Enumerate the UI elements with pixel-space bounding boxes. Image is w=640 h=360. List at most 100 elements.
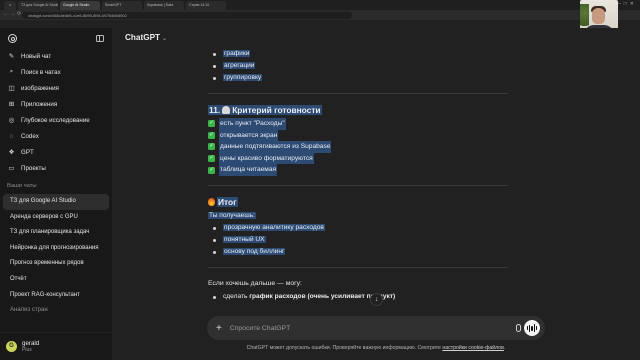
paragraph-text: Ты получаешь: [208,211,256,219]
image-icon: ◫ [8,85,15,92]
browser-tab[interactable]: Стрим 14.10 [186,1,226,10]
model-name: ChatGPT [125,33,161,42]
openai-logo-icon[interactable] [8,33,17,43]
list-item-text: агрегации [223,62,256,69]
check-icon: ✓ [208,120,215,128]
person-head [592,8,605,24]
composer: + [207,316,545,340]
gpt-icon: ❖ [8,149,15,156]
checklist-item: ✓ таблица читаемая [208,164,508,176]
rocket-icon [222,106,231,114]
sidebar-item-deep-research[interactable]: ◎ Глубокое исследование [0,112,112,128]
browser-tab[interactable]: Supabase | Data [144,1,184,10]
browser-tab[interactable]: SmartGPT [102,1,142,10]
section-number: 11. [209,105,221,115]
list-item-text: сделать [223,292,250,300]
search-icon: ⌕ [9,68,14,75]
chat-item[interactable]: Нейронка для прогнозирования [3,241,109,257]
section-heading: 11. Критерий готовности [208,103,508,118]
check-icon: ✓ [208,143,215,151]
sidebar-item-search[interactable]: ⌕ Поиск в чатах [0,64,112,80]
chat-item[interactable]: Аренда серверов с GPU [3,210,109,226]
sidebar-item-label: Поиск в чатах [21,68,61,76]
sidebar-item-images[interactable]: ◫ изображения [0,80,112,96]
list-item-text: прозрачную аналитику расходов [223,223,325,231]
divider [208,266,508,268]
checklist-text: данные подтягиваются из Supabase [219,141,332,153]
sidebar-item-new-chat[interactable]: ✎ Новый чат [0,48,112,64]
address-bar: chatgpt.com/c/68c4e4b6-c1e6-8090-8f4f-1f… [0,10,640,20]
list-item-text: основу под биллинг [223,247,286,255]
checklist-text: цены красиво форматируются [219,152,314,165]
checklist-item: ✓ данные подтягиваются из Supabase [208,141,508,153]
chat-item[interactable]: Проект RAG-консультант [3,288,109,304]
browser-tab-active[interactable]: Google AI Studio [60,1,100,10]
list-item: основу под биллинг [208,246,508,258]
sidebar-item-codex[interactable]: ◌ Codex [0,128,112,144]
chat-item[interactable]: ТЗ для Google AI Studio [3,194,109,210]
url-field[interactable]: chatgpt.com/c/68c4e4b6-c1e6-8090-8f4f-1f… [22,11,352,19]
avatar: G [6,341,17,352]
section-title: Итог [217,196,238,207]
chat-item[interactable]: Прогноз временных рядов [3,256,109,272]
list-item: агрегации [208,60,508,72]
check-icon: ✓ [208,131,215,139]
checklist-item: ✓ открывается экран [208,129,508,142]
paragraph: Ты получаешь: [208,210,508,222]
divider [208,93,508,94]
list-item-text: понятный UX [223,235,266,243]
disclaimer-text: ChatGPT может допускать ошибки. Проверяй… [246,345,443,351]
folder-icon: ▭ [8,165,15,172]
codex-icon: ◌ [9,132,14,140]
user-plan: Plus [22,347,32,353]
fire-icon [208,197,215,206]
section-heading: Итог [208,195,508,210]
microphone-icon[interactable] [516,324,521,332]
divider [208,184,508,186]
list-item: сделать график расходов (очень усиливает… [208,291,508,303]
sidebar: ✎ Новый чат ⌕ Поиск в чатах ◫ изображени… [0,28,112,360]
user-name: gerald [22,340,40,347]
sidebar-top [0,28,112,48]
browser-nav-icons[interactable]: ←→⟳ [3,11,23,17]
sidebar-item-label: Приложения [21,100,58,108]
user-profile[interactable]: G gerald Plus [0,332,112,360]
assistant-message: графики агрегации группировку 11. Критери… [208,48,508,303]
plus-icon[interactable]: + [216,323,222,334]
sidebar-item-label: Новый чат [21,52,52,60]
sidebar-item-label: Проекты [21,164,46,172]
sidebar-item-label: изображения [21,84,59,92]
cookie-settings-link[interactable]: настройки cookie-файлов [442,345,504,351]
list-item: графики [208,48,508,60]
list-item: группировку [208,72,508,84]
voice-mode-button[interactable] [524,320,540,336]
chat-item[interactable]: Анализ стран [3,303,109,319]
scroll-down-button[interactable]: ↓ [370,293,383,306]
checklist-item: ✓ цены красиво форматируются [208,152,508,165]
sidebar-item-label: Глубокое исследование [21,116,90,124]
checklist-text: таблица читаемая [219,164,278,176]
list-item: прозрачную аналитику расходов [208,222,508,234]
list-item-text: графики [223,50,251,57]
disclaimer: ChatGPT может допускать ошибки. Проверяй… [112,345,640,351]
chat-item[interactable]: ТЗ для планировщика задач [3,225,109,241]
window-controls[interactable]: –□✕ [618,1,637,7]
chevron-down-icon: ⌄ [162,36,168,42]
model-selector[interactable]: ChatGPT ⌄ [125,33,167,42]
prompt-input[interactable] [229,324,490,332]
chats-section-title: Ваши чаты [7,183,37,189]
check-icon: ✓ [208,155,215,163]
sidebar-item-label: Codex [21,132,39,140]
sidebar-item-gpt[interactable]: ❖ GPT [0,144,112,160]
sidebar-item-apps[interactable]: ⊞ Приложения [0,96,112,112]
paragraph: Если хочешь дальше — могу: [208,279,302,287]
chat-item[interactable]: Отчёт [3,272,109,288]
section-title: Критерий готовности [232,105,321,115]
disclaimer-suffix: . [503,345,506,351]
browser-tab[interactable]: ТЗ для Google AI Studio [18,1,58,10]
telescope-icon: ◎ [8,117,15,124]
checklist-text: открывается экран [219,129,279,142]
sidebar-item-projects[interactable]: ▭ Проекты [0,160,112,176]
pinned-tab[interactable]: ● [4,1,16,10]
sidebar-toggle-icon[interactable] [96,34,104,42]
